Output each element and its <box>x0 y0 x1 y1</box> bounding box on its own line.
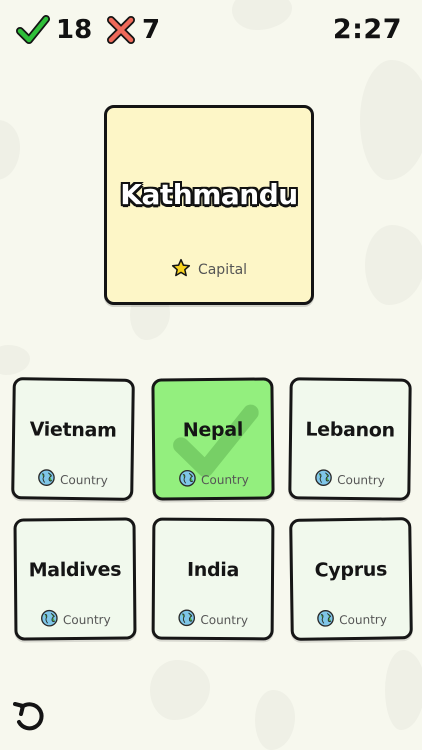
undo-button[interactable] <box>10 696 50 736</box>
answer-card-lebanon[interactable]: Lebanon Country <box>288 377 412 501</box>
wrong-score: 7 <box>106 14 160 46</box>
answer-type-label: Country <box>337 472 385 488</box>
background-map-shape <box>365 225 422 305</box>
background-map-shape <box>385 650 422 730</box>
cross-icon <box>106 14 136 46</box>
answer-name: Maldives <box>28 558 122 582</box>
correct-score: 18 <box>16 14 92 46</box>
star-icon <box>171 258 191 282</box>
background-map-shape <box>150 660 210 720</box>
answer-type: Country <box>17 608 133 631</box>
answer-name: Vietnam <box>29 418 117 442</box>
answer-type-label: Country <box>201 472 249 488</box>
globe-icon <box>316 609 334 631</box>
background-map-shape <box>360 60 422 180</box>
question-title: Kathmandu <box>120 178 298 211</box>
background-map-shape <box>0 120 20 180</box>
globe-icon <box>314 469 332 491</box>
check-icon <box>16 14 50 46</box>
answer-card-cyprus[interactable]: Cyprus Country <box>289 517 413 641</box>
status-bar: 18 7 2:27 <box>0 0 422 64</box>
answer-card-vietnam[interactable]: Vietnam Country <box>11 377 135 501</box>
answer-type-label: Country <box>62 612 111 628</box>
globe-icon <box>177 609 195 631</box>
question-type: Capital <box>107 258 311 282</box>
question-type-label: Capital <box>197 262 248 278</box>
answer-type-label: Country <box>59 472 108 488</box>
answer-type-label: Country <box>339 612 387 628</box>
answer-type: Country <box>293 608 409 632</box>
answer-name: Nepal <box>182 418 244 442</box>
answer-type: Country <box>155 609 271 632</box>
globe-icon <box>40 609 58 631</box>
answer-type: Country <box>291 468 407 491</box>
answer-card-nepal[interactable]: Nepal Country <box>151 377 275 501</box>
globe-icon <box>178 469 196 491</box>
background-map-shape <box>255 690 295 750</box>
background-map-shape <box>0 345 30 375</box>
answer-card-maldives[interactable]: Maldives Country <box>13 517 137 641</box>
answer-type: Country <box>14 468 130 492</box>
wrong-count: 7 <box>142 15 161 45</box>
question-card: Kathmandu Capital <box>104 105 314 305</box>
answer-card-india[interactable]: India Country <box>151 517 275 641</box>
answer-type: Country <box>155 468 271 491</box>
answer-name: India <box>186 558 240 582</box>
answer-type-label: Country <box>200 612 249 628</box>
globe-icon <box>37 469 55 491</box>
answer-name: Lebanon <box>305 418 395 442</box>
answer-name: Cyprus <box>314 558 388 582</box>
timer: 2:27 <box>332 14 402 45</box>
correct-count: 18 <box>56 15 93 45</box>
undo-icon <box>10 702 50 740</box>
